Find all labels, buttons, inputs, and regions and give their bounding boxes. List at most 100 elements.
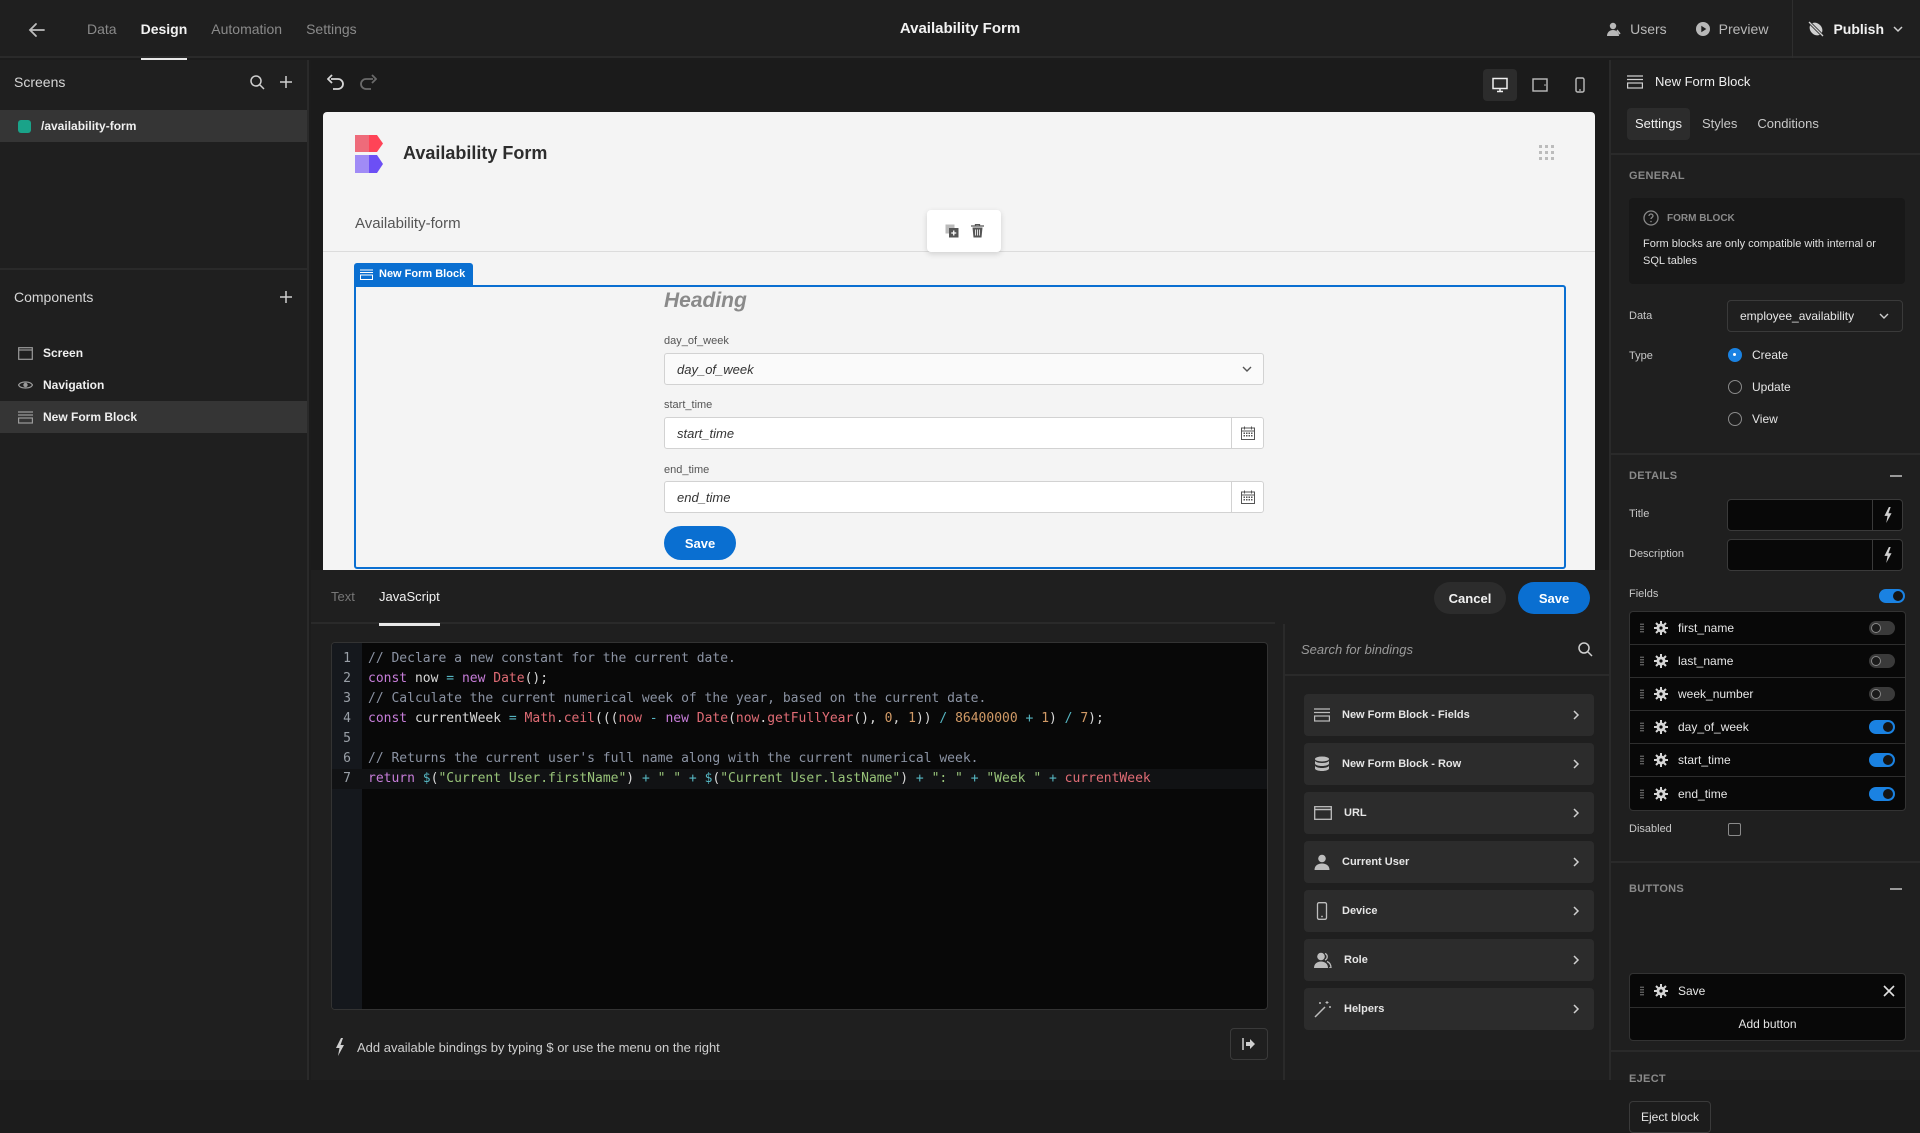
insert-binding-button[interactable] <box>1230 1028 1268 1060</box>
component-item-navigation[interactable]: Navigation <box>0 369 307 401</box>
field-row[interactable]: end_time <box>1630 777 1905 810</box>
bindings-search-input[interactable]: Search for bindings <box>1285 624 1609 676</box>
code-line[interactable]: 5 <box>332 729 1267 749</box>
component-item-new-form-block[interactable]: New Form Block <box>0 401 307 433</box>
field-visibility-toggle[interactable] <box>1869 687 1895 701</box>
field-row[interactable]: day_of_week <box>1630 711 1905 744</box>
gear-icon[interactable] <box>1654 786 1668 801</box>
drag-handle-icon[interactable] <box>1640 623 1644 633</box>
day-of-week-select[interactable]: day_of_week <box>664 353 1264 385</box>
drag-handle-icon[interactable] <box>1640 656 1644 666</box>
eject-block-button[interactable]: Eject block <box>1629 1101 1712 1133</box>
drag-handle-icon[interactable] <box>1640 788 1644 799</box>
cancel-button[interactable]: Cancel <box>1434 582 1506 614</box>
gear-icon[interactable] <box>1654 687 1668 701</box>
end-time-input[interactable]: end_time <box>664 481 1264 513</box>
drag-handle-icon[interactable] <box>1640 689 1644 699</box>
gear-icon[interactable] <box>1654 983 1668 998</box>
screen-item[interactable]: /availability-form <box>0 110 307 142</box>
duplicate-icon[interactable] <box>945 224 959 238</box>
calendar-icon[interactable] <box>1231 418 1263 448</box>
binding-category-helpers[interactable]: Helpers <box>1304 988 1594 1030</box>
button-row[interactable]: Save <box>1630 974 1905 1008</box>
code-line[interactable]: 2 const now = new Date(); <box>332 669 1267 689</box>
field-visibility-toggle[interactable] <box>1869 720 1895 734</box>
trash-icon[interactable] <box>970 224 984 238</box>
field-row[interactable]: first_name <box>1630 612 1905 645</box>
field-visibility-toggle[interactable] <box>1869 621 1895 635</box>
binding-category-current-user[interactable]: Current User <box>1304 841 1594 883</box>
form-block[interactable]: Heading day_of_week day_of_week start_ti… <box>354 285 1566 569</box>
collapse-buttons-icon[interactable] <box>1890 888 1902 890</box>
field-visibility-toggle[interactable] <box>1869 786 1895 801</box>
mobile-view-button[interactable] <box>1563 69 1597 101</box>
data-source-select[interactable]: employee_availability <box>1727 300 1903 332</box>
collapse-details-icon[interactable] <box>1890 475 1902 477</box>
tab-settings[interactable]: Settings <box>294 0 369 58</box>
radio-button[interactable] <box>1728 348 1742 362</box>
desktop-view-button[interactable] <box>1483 69 1517 101</box>
tab-settings[interactable]: Settings <box>1627 108 1690 140</box>
field-visibility-toggle[interactable] <box>1869 654 1895 668</box>
binding-lightning-icon[interactable] <box>1872 540 1902 570</box>
undo-icon[interactable] <box>327 74 345 90</box>
back-arrow-icon[interactable] <box>26 19 48 41</box>
redo-icon[interactable] <box>359 74 377 90</box>
tab-javascript[interactable]: JavaScript <box>379 570 440 626</box>
tab-automation[interactable]: Automation <box>199 0 294 58</box>
gear-icon[interactable] <box>1654 621 1668 635</box>
selected-block-tag[interactable]: New Form Block <box>354 263 474 285</box>
code-line[interactable]: 6 // Returns the current user's full name… <box>332 749 1267 769</box>
preview-button[interactable]: Preview <box>1681 21 1783 37</box>
add-screen-plus-icon[interactable] <box>279 75 293 89</box>
binding-category-role[interactable]: Role <box>1304 939 1594 981</box>
radio-button[interactable] <box>1728 380 1742 394</box>
start-time-input[interactable]: start_time <box>664 417 1264 449</box>
save-button[interactable]: Save <box>1518 582 1590 614</box>
calendar-icon[interactable] <box>1231 482 1263 512</box>
binding-category-device[interactable]: Device <box>1304 890 1594 932</box>
field-row[interactable]: week_number <box>1630 678 1905 711</box>
binding-category-form-row[interactable]: New Form Block - Row <box>1304 743 1594 785</box>
field-visibility-toggle[interactable] <box>1869 753 1895 767</box>
drag-handle-icon[interactable] <box>1640 755 1644 765</box>
binding-category-url[interactable]: URL <box>1304 792 1594 834</box>
field-row[interactable]: last_name <box>1630 645 1905 678</box>
form-save-button[interactable]: Save <box>664 526 736 560</box>
code-line[interactable]: 3 // Calculate the current numerical week… <box>332 689 1267 709</box>
users-button[interactable]: Users <box>1592 21 1681 37</box>
tablet-view-button[interactable] <box>1523 69 1557 101</box>
code-line[interactable]: 7 return $("Current User.firstName") + " … <box>332 769 1267 789</box>
gear-icon[interactable] <box>1654 720 1668 734</box>
tab-conditions[interactable]: Conditions <box>1749 108 1826 140</box>
gear-icon[interactable] <box>1654 654 1668 668</box>
code-editor[interactable]: 1 // Declare a new constant for the curre… <box>331 642 1268 1010</box>
tab-text[interactable]: Text <box>331 570 355 624</box>
add-button[interactable]: Add button <box>1630 1008 1905 1040</box>
publish-button[interactable]: Publish <box>1793 20 1920 38</box>
search-icon[interactable] <box>249 74 265 90</box>
drag-handle-icon[interactable] <box>1640 985 1644 996</box>
disabled-checkbox[interactable] <box>1728 823 1741 836</box>
drag-handle-icon[interactable] <box>1640 722 1644 732</box>
type-radio-update[interactable]: Update <box>1728 380 1791 394</box>
type-radio-view[interactable]: View <box>1728 412 1778 426</box>
type-radio-create[interactable]: Create <box>1728 348 1788 362</box>
radio-button[interactable] <box>1728 412 1742 426</box>
field-row[interactable]: start_time <box>1630 744 1905 777</box>
binding-lightning-icon[interactable] <box>1872 500 1902 530</box>
tab-styles[interactable]: Styles <box>1694 108 1745 140</box>
tab-data[interactable]: Data <box>75 0 129 58</box>
binding-category-form-fields[interactable]: New Form Block - Fields <box>1304 694 1594 736</box>
code-line[interactable]: 4 const currentWeek = Math.ceil(((now - n… <box>332 709 1267 729</box>
gear-icon[interactable] <box>1654 753 1668 767</box>
close-icon[interactable] <box>1883 984 1895 997</box>
description-input[interactable] <box>1727 539 1903 571</box>
tab-design[interactable]: Design <box>129 0 200 60</box>
component-item-screen[interactable]: Screen <box>0 337 307 369</box>
add-component-plus-icon[interactable] <box>279 290 293 304</box>
code-line[interactable]: 1 // Declare a new constant for the curre… <box>332 649 1267 669</box>
grid-dots-icon[interactable] <box>1539 145 1555 161</box>
fields-toggle[interactable] <box>1879 589 1905 603</box>
title-input[interactable] <box>1727 499 1903 531</box>
